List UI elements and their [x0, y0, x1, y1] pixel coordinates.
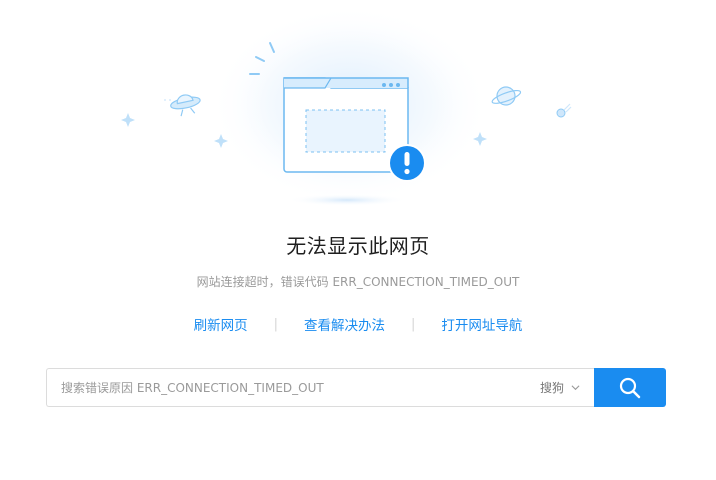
- search-box: 搜狗: [46, 368, 594, 407]
- action-links: 刷新网页 | 查看解决办法 | 打开网址导航: [0, 314, 716, 335]
- comet-icon: [556, 103, 572, 118]
- chevron-down-icon: [571, 385, 580, 391]
- search-engine-select[interactable]: 搜狗: [532, 379, 594, 396]
- search-icon: [619, 377, 641, 398]
- error-description: 网站连接超时，错误代码 ERR_CONNECTION_TIMED_OUT: [196, 275, 520, 289]
- error-page: 无法显示此网页 网站连接超时，错误代码 ERR_CONNECTION_TIMED…: [0, 0, 716, 480]
- planet-icon: [491, 86, 522, 106]
- link-separator: |: [411, 316, 416, 332]
- search-input[interactable]: [47, 370, 532, 405]
- link-separator: |: [273, 316, 278, 332]
- alert-icon: [388, 144, 426, 182]
- illustration-shadow: [287, 194, 407, 206]
- search-bar: 搜狗: [46, 368, 666, 407]
- view-solutions-link[interactable]: 查看解决办法: [304, 314, 385, 334]
- refresh-link[interactable]: 刷新网页: [194, 314, 248, 334]
- search-engine-label: 搜狗: [539, 381, 564, 395]
- page-title: 无法显示此网页: [286, 234, 430, 258]
- ufo-icon: [170, 94, 201, 117]
- error-illustration: [121, 5, 572, 206]
- search-button[interactable]: [594, 368, 666, 407]
- open-navigation-link[interactable]: 打开网址导航: [441, 314, 522, 334]
